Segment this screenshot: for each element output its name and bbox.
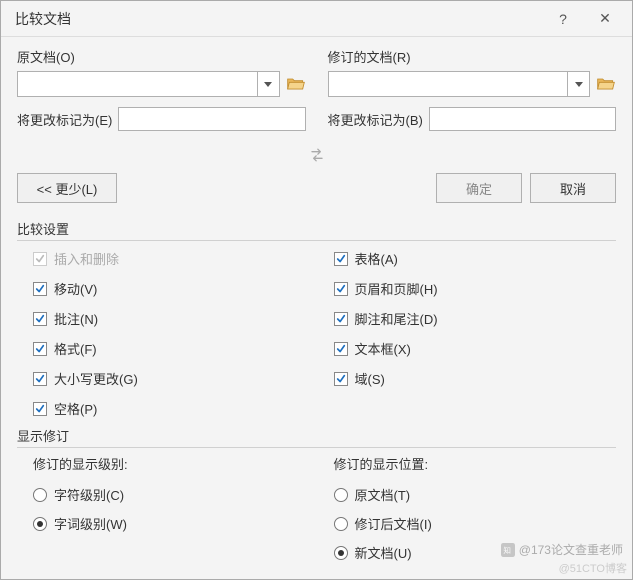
checkbox-box bbox=[334, 372, 348, 386]
checkbox-box bbox=[33, 372, 47, 386]
original-markas-label: 将更改标记为(E) bbox=[17, 110, 112, 129]
compare-left-column: 插入和删除移动(V) 批注(N) 格式(F) 大小写更改(G) 空格(P) bbox=[33, 249, 312, 418]
revised-browse-button[interactable] bbox=[596, 75, 616, 93]
original-browse-button[interactable] bbox=[286, 75, 306, 93]
radio-item[interactable]: 修订后文档(I) bbox=[334, 514, 613, 533]
original-markas-input[interactable] bbox=[118, 107, 305, 131]
checkbox-label: 批注(N) bbox=[54, 309, 98, 328]
checkbox-box bbox=[334, 312, 348, 326]
checkbox-item: 插入和删除 bbox=[33, 249, 312, 268]
checkbox-box bbox=[33, 342, 47, 356]
original-document-dropdown[interactable] bbox=[257, 72, 279, 96]
radio-circle bbox=[33, 517, 47, 531]
checkbox-label: 大小写更改(G) bbox=[54, 369, 138, 388]
content-area: 原文档(O) 将更改标记为(E) 修订的文档(R) bbox=[1, 37, 632, 562]
checkbox-item[interactable]: 文本框(X) bbox=[334, 339, 613, 358]
radio-circle bbox=[334, 546, 348, 560]
checkbox-label: 插入和删除 bbox=[54, 249, 119, 268]
zhihu-icon: 知 bbox=[501, 543, 515, 557]
show-level-column: 修订的显示级别: 字符级别(C) 字词级别(W) bbox=[33, 454, 312, 562]
titlebar: 比较文档 ? ✕ bbox=[1, 1, 632, 37]
checkbox-label: 格式(F) bbox=[54, 339, 97, 358]
checkbox-box bbox=[334, 252, 348, 266]
less-button[interactable]: << 更少(L) bbox=[17, 173, 117, 203]
compare-documents-dialog: 比较文档 ? ✕ 原文档(O) 将更改标记为(E) bbox=[0, 0, 633, 580]
radio-label: 字符级别(C) bbox=[54, 485, 124, 504]
compare-settings-header: 比较设置 bbox=[17, 219, 616, 241]
checkbox-box bbox=[33, 252, 47, 266]
checkbox-label: 文本框(X) bbox=[355, 339, 411, 358]
position-label: 修订的显示位置: bbox=[334, 454, 613, 473]
original-document-input[interactable] bbox=[18, 72, 257, 96]
compare-settings: 插入和删除移动(V) 批注(N) 格式(F) 大小写更改(G) 空格(P) 表格(A) 页… bbox=[17, 243, 616, 422]
radio-label: 修订后文档(I) bbox=[355, 514, 432, 533]
watermark-51cto: @51CTO博客 bbox=[559, 560, 627, 576]
checkbox-item[interactable]: 空格(P) bbox=[33, 399, 312, 418]
radio-circle bbox=[334, 488, 348, 502]
radio-circle bbox=[334, 517, 348, 531]
chevron-down-icon bbox=[264, 82, 272, 87]
revised-document-input[interactable] bbox=[329, 72, 568, 96]
checkbox-item[interactable]: 大小写更改(G) bbox=[33, 369, 312, 388]
dialog-title: 比较文档 bbox=[15, 9, 542, 29]
checkbox-item[interactable]: 表格(A) bbox=[334, 249, 613, 268]
revised-markas-label: 将更改标记为(B) bbox=[328, 110, 423, 129]
compare-right-column: 表格(A) 页眉和页脚(H) 脚注和尾注(D) 文本框(X) 域(S) bbox=[334, 249, 613, 418]
checkbox-label: 移动(V) bbox=[54, 279, 97, 298]
ok-button[interactable]: 确定 bbox=[436, 173, 522, 203]
cancel-button[interactable]: 取消 bbox=[530, 173, 616, 203]
checkbox-box bbox=[33, 282, 47, 296]
radio-label: 字词级别(W) bbox=[54, 514, 127, 533]
revised-markas-input[interactable] bbox=[429, 107, 616, 131]
original-document-section: 原文档(O) 将更改标记为(E) bbox=[17, 47, 306, 131]
checkbox-item[interactable]: 域(S) bbox=[334, 369, 613, 388]
show-revisions-header: 显示修订 bbox=[17, 426, 616, 448]
radio-item[interactable]: 原文档(T) bbox=[334, 485, 613, 504]
original-document-combo[interactable] bbox=[17, 71, 280, 97]
radio-item[interactable]: 字符级别(C) bbox=[33, 485, 312, 504]
level-label: 修订的显示级别: bbox=[33, 454, 312, 473]
revised-label: 修订的文档(R) bbox=[328, 47, 617, 66]
checkbox-item[interactable]: 页眉和页脚(H) bbox=[334, 279, 613, 298]
revised-document-section: 修订的文档(R) 将更改标记为(B) bbox=[328, 47, 617, 131]
checkbox-item[interactable]: 脚注和尾注(D) bbox=[334, 309, 613, 328]
checkbox-item[interactable]: 格式(F) bbox=[33, 339, 312, 358]
original-label: 原文档(O) bbox=[17, 47, 306, 66]
radio-label: 原文档(T) bbox=[355, 485, 411, 504]
svg-text:知: 知 bbox=[503, 544, 511, 554]
checkbox-box bbox=[334, 342, 348, 356]
checkbox-label: 表格(A) bbox=[355, 249, 398, 268]
checkbox-box bbox=[33, 402, 47, 416]
checkbox-label: 脚注和尾注(D) bbox=[355, 309, 438, 328]
checkbox-box bbox=[33, 312, 47, 326]
checkbox-label: 域(S) bbox=[355, 369, 385, 388]
radio-item[interactable]: 字词级别(W) bbox=[33, 514, 312, 533]
revised-document-dropdown[interactable] bbox=[567, 72, 589, 96]
checkbox-item[interactable]: 移动(V) bbox=[33, 279, 312, 298]
checkbox-label: 页眉和页脚(H) bbox=[355, 279, 438, 298]
revised-document-combo[interactable] bbox=[328, 71, 591, 97]
action-buttons: << 更少(L) 确定 取消 bbox=[17, 173, 616, 203]
help-button[interactable]: ? bbox=[542, 5, 584, 33]
swap-button[interactable] bbox=[307, 145, 327, 165]
documents-row: 原文档(O) 将更改标记为(E) 修订的文档(R) bbox=[17, 47, 616, 131]
checkbox-label: 空格(P) bbox=[54, 399, 97, 418]
swap-row bbox=[17, 131, 616, 173]
watermark-zhihu: 知 @173论文查重老师 bbox=[501, 541, 623, 558]
radio-label: 新文档(U) bbox=[355, 543, 412, 562]
radio-circle bbox=[33, 488, 47, 502]
checkbox-item[interactable]: 批注(N) bbox=[33, 309, 312, 328]
chevron-down-icon bbox=[575, 82, 583, 87]
checkbox-box bbox=[334, 282, 348, 296]
close-button[interactable]: ✕ bbox=[584, 5, 626, 33]
